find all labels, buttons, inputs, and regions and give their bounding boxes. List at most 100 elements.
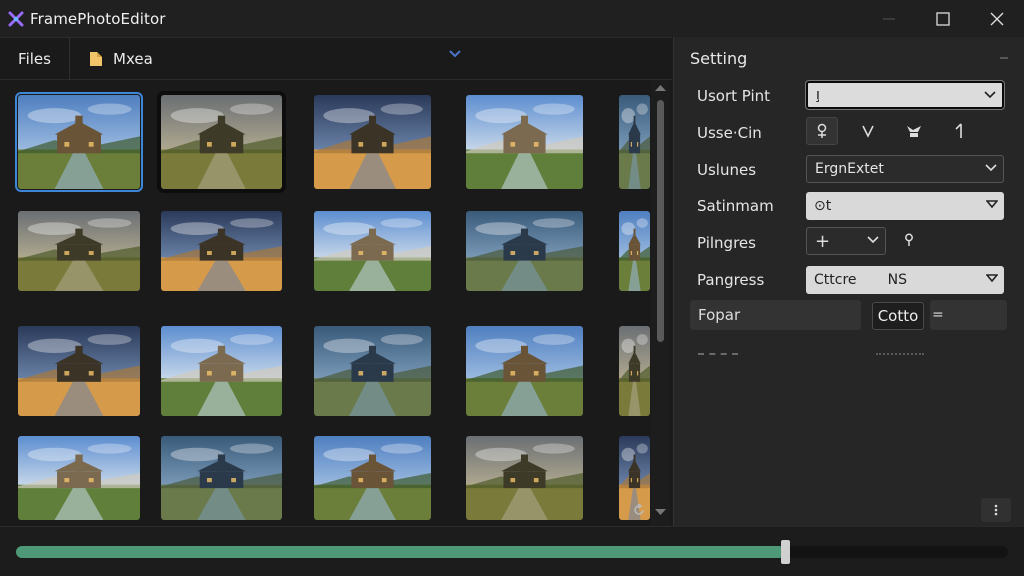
photo-image	[18, 436, 140, 520]
setting-label-2: Usse·Cin	[697, 124, 762, 142]
satinmam-dropdown[interactable]: ⊙t	[806, 192, 1004, 220]
photo-image	[161, 95, 282, 189]
pin-icon[interactable]	[1000, 55, 1008, 61]
app-logo-icon	[8, 11, 24, 26]
photo-image	[619, 95, 650, 189]
settings-title: Setting	[690, 49, 748, 68]
photo-image	[314, 95, 431, 189]
photo-thumbnail[interactable]	[466, 211, 583, 291]
stamp-tool-button[interactable]	[898, 117, 930, 145]
photo-image	[314, 326, 431, 416]
fopar-field[interactable]: Fopar	[690, 300, 861, 330]
window-controls	[862, 0, 1024, 37]
location-pin-icon[interactable]	[904, 233, 914, 247]
stamp-icon	[907, 126, 921, 137]
more-vertical-icon	[994, 504, 998, 516]
maximize-icon	[936, 11, 950, 26]
photo-thumbnail[interactable]	[619, 95, 650, 189]
photo-thumbnail[interactable]	[466, 95, 583, 189]
cotto-button[interactable]: Cotto	[872, 302, 924, 330]
tool-icon-row	[806, 117, 990, 145]
photo-thumbnail[interactable]	[161, 326, 282, 416]
chevron-down-icon	[984, 91, 996, 99]
photo-image	[466, 211, 583, 291]
dropdown-value: Cttcre NS	[814, 272, 908, 288]
photo-thumbnail[interactable]	[619, 326, 650, 416]
progress-fill	[16, 546, 785, 558]
photo-thumbnail[interactable]	[161, 95, 282, 189]
photo-thumbnail[interactable]	[161, 436, 282, 520]
tab-folder[interactable]: Mxea	[88, 50, 153, 68]
brush-icon	[955, 123, 962, 138]
divider	[876, 353, 924, 355]
photo-thumbnail[interactable]	[314, 436, 431, 520]
add-dropdown[interactable]: +	[806, 227, 886, 255]
uslunes-dropdown[interactable]: ErgnExtet	[806, 155, 1004, 183]
scroll-up-icon[interactable]	[655, 84, 666, 92]
title-bar: FramePhotoEditor	[0, 0, 1024, 37]
chevron-down-icon	[985, 164, 997, 172]
settings-panel: Setting Usort Pint ı̧ Usse·Cin Uslunes E…	[673, 37, 1024, 526]
photo-thumbnail[interactable]	[314, 326, 431, 416]
photo-thumbnail[interactable]	[161, 211, 282, 291]
brush-tool-button[interactable]	[944, 117, 976, 145]
triangle-down-icon	[986, 200, 998, 209]
person-icon	[817, 123, 827, 138]
files-tabs: Files Mxea	[0, 37, 672, 80]
tab-files[interactable]: Files	[0, 37, 70, 80]
setting-label-6: Pangress	[697, 271, 765, 289]
photo-thumbnail[interactable]	[466, 436, 583, 520]
photo-thumbnail[interactable]	[18, 436, 140, 520]
folder-icon	[90, 51, 102, 66]
chevron-down-icon[interactable]	[449, 50, 461, 58]
usort-pint-dropdown[interactable]: ı̧	[806, 81, 1004, 109]
dropdown-value: ⊙t	[814, 198, 832, 214]
photo-image	[466, 436, 583, 520]
timeline-bar	[0, 526, 1024, 576]
app-title: FramePhotoEditor	[30, 9, 166, 28]
pangress-dropdown[interactable]: Cttcre NS	[806, 266, 1004, 294]
maximize-button[interactable]	[916, 0, 970, 37]
photo-image	[314, 436, 431, 520]
setting-label-4: Satinmam	[697, 197, 774, 215]
scroll-down-icon[interactable]	[655, 508, 666, 516]
dropdown-value: ErgnExtet	[815, 161, 884, 177]
chevron-down-icon	[867, 236, 879, 244]
folder-name: Mxea	[113, 49, 153, 68]
scrollbar-thumb[interactable]	[657, 100, 664, 342]
person-tool-button[interactable]	[806, 117, 838, 145]
v-tool-button[interactable]	[852, 117, 884, 145]
photo-image	[18, 95, 140, 189]
photo-image	[619, 211, 650, 291]
photo-thumbnail[interactable]	[18, 326, 140, 416]
photo-image	[619, 326, 650, 416]
progress-track[interactable]	[16, 540, 1008, 564]
setting-label-1: Usort Pint	[697, 87, 771, 105]
photo-thumbnail[interactable]	[314, 211, 431, 291]
minimize-button[interactable]	[862, 0, 916, 37]
refresh-icon[interactable]	[632, 503, 646, 517]
photo-thumbnail[interactable]	[314, 95, 431, 189]
v-shape-icon	[862, 125, 874, 138]
more-options-button[interactable]	[981, 498, 1011, 522]
triangle-down-icon	[986, 274, 998, 283]
photo-thumbnail[interactable]	[15, 92, 143, 192]
setting-label-3: Uslunes	[697, 161, 757, 179]
setting-label-5: Pilngres	[697, 234, 756, 252]
photo-image	[161, 436, 282, 520]
vertical-scrollbar[interactable]	[651, 80, 670, 526]
photo-image	[18, 211, 140, 291]
close-icon	[990, 12, 1004, 25]
photo-image	[466, 326, 583, 416]
value-field[interactable]: =	[930, 300, 1007, 330]
photo-image	[161, 211, 282, 291]
dropdown-value: ı̧	[816, 87, 820, 103]
photo-thumbnail[interactable]	[619, 211, 650, 291]
photo-thumbnail[interactable]	[18, 211, 140, 291]
photo-thumbnail[interactable]	[466, 326, 583, 416]
files-panel: Files Mxea	[0, 37, 672, 526]
close-button[interactable]	[970, 0, 1024, 37]
add-value: +	[815, 230, 831, 252]
photo-image	[466, 95, 583, 189]
progress-handle[interactable]	[780, 540, 790, 564]
